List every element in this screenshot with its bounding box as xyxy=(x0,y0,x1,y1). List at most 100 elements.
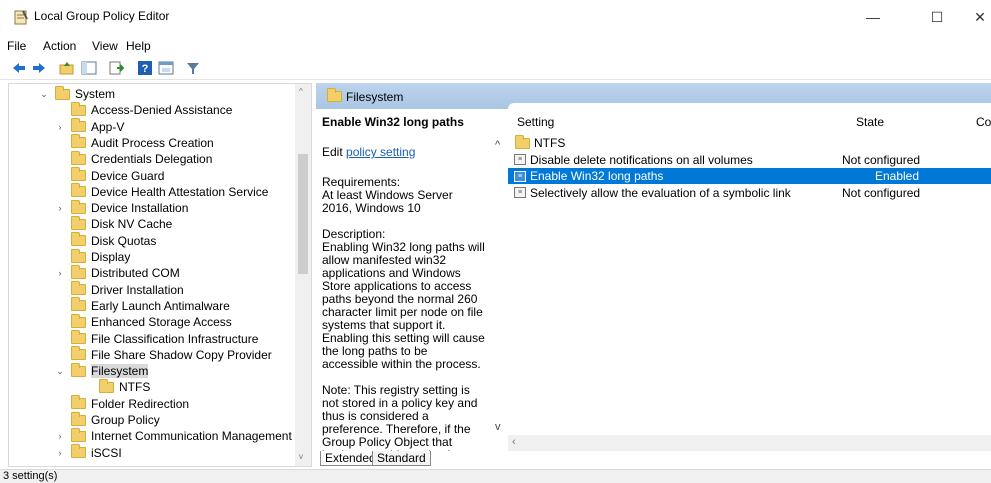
extended-description-panel: Enable Win32 long paths Edit policy sett… xyxy=(316,109,492,451)
column-header-setting[interactable]: Setting xyxy=(517,115,554,129)
chevron-right-icon[interactable]: › xyxy=(55,122,65,132)
tree-item[interactable]: Enhanced Storage Access xyxy=(71,313,232,330)
description-scrollbar[interactable]: ^ v xyxy=(492,109,508,451)
help-icon[interactable]: ? xyxy=(137,60,153,76)
scroll-down-icon[interactable]: v xyxy=(299,452,303,461)
edit-prefix: Edit xyxy=(322,145,347,159)
list-row[interactable]: ≡ Enable Win32 long paths Enabled xyxy=(508,168,991,184)
right-pane: Filesystem Enable Win32 long paths Edit … xyxy=(316,83,991,467)
show-hide-tree-icon[interactable] xyxy=(81,60,97,76)
folder-icon xyxy=(71,346,86,361)
toolbar: ? xyxy=(0,57,991,80)
tree-item-label: Distributed COM xyxy=(91,266,180,281)
tree-item[interactable]: Credentials Delegation xyxy=(71,150,212,167)
chevron-right-icon[interactable]: › xyxy=(55,203,65,213)
settings-list: Setting State Co NTFS ≡ Disable delete not… xyxy=(508,103,991,451)
tree-item-label: Audit Process Creation xyxy=(91,135,214,150)
folder-icon xyxy=(71,232,86,247)
tree-item[interactable]: Disk NV Cache xyxy=(71,215,173,232)
tree-item[interactable]: Group Policy xyxy=(71,411,160,428)
tree-item[interactable]: Access-Denied Assistance xyxy=(71,101,232,118)
requirements-text: At least Windows Server 2016, Windows 10 xyxy=(322,188,453,215)
tree-item[interactable]: ⌄ Filesystem xyxy=(56,362,149,379)
chevron-down-icon[interactable]: ⌄ xyxy=(55,366,65,377)
policy-title: Enable Win32 long paths xyxy=(322,115,464,129)
tree-item[interactable]: › Distributed COM xyxy=(59,264,180,281)
tree-item[interactable]: File Share Shadow Copy Provider xyxy=(71,346,272,363)
scroll-left-icon[interactable]: ‹ xyxy=(512,436,516,448)
folder-icon xyxy=(71,215,86,230)
folder-icon xyxy=(71,248,86,263)
status-bar: 3 setting(s) xyxy=(0,469,991,483)
minimize-button[interactable]: — xyxy=(850,0,896,34)
folder-icon xyxy=(71,395,86,410)
tree-item[interactable]: Display xyxy=(71,248,130,265)
folder-icon xyxy=(71,101,86,116)
scroll-up-icon[interactable]: ^ xyxy=(495,139,500,151)
scroll-down-icon[interactable]: v xyxy=(495,421,501,433)
title-bar: Local Group Policy Editor — ☐ ✕ xyxy=(0,0,991,34)
list-horizontal-scrollbar[interactable]: ‹ xyxy=(508,435,991,451)
tree-item[interactable]: › Device Installation xyxy=(59,199,188,216)
menu-view[interactable]: View xyxy=(92,39,118,53)
note-text: Note: This registry setting is not store… xyxy=(322,383,483,452)
menu-file[interactable]: File xyxy=(7,39,26,53)
tree-item-label: File Classification Infrastructure xyxy=(91,331,259,346)
menu-bar: File Action View Help xyxy=(0,36,991,56)
close-button[interactable]: ✕ xyxy=(957,0,991,34)
tree-item[interactable]: File Classification Infrastructure xyxy=(71,330,259,347)
edit-policy-setting-link[interactable]: policy setting xyxy=(346,145,415,159)
chevron-right-icon[interactable]: › xyxy=(55,448,65,458)
window-title: Local Group Policy Editor xyxy=(34,9,170,23)
tree-item[interactable]: Audit Process Creation xyxy=(71,134,214,151)
folder-icon xyxy=(71,427,86,442)
tree-item-label: Disk NV Cache xyxy=(91,217,173,232)
tree-item[interactable]: › App-V xyxy=(59,118,124,135)
tree-item[interactable]: NTFS xyxy=(99,378,150,395)
scroll-up-icon[interactable]: ^ xyxy=(299,87,303,96)
up-folder-icon[interactable] xyxy=(59,60,75,76)
tree-scrollbar[interactable]: ^ v xyxy=(295,84,311,466)
forward-arrow-icon[interactable] xyxy=(31,60,47,76)
tree-item[interactable]: Folder Redirection xyxy=(71,395,189,412)
folder-icon xyxy=(71,167,86,181)
setting-state: Enabled xyxy=(874,169,920,183)
chevron-right-icon[interactable]: › xyxy=(55,268,65,278)
properties-view-icon[interactable] xyxy=(158,60,174,76)
tree-item[interactable]: Early Launch Antimalware xyxy=(71,297,230,314)
tree-scrollbar-thumb[interactable] xyxy=(298,154,308,274)
tree-item[interactable]: Disk Quotas xyxy=(71,232,156,249)
tab-standard[interactable]: Standard xyxy=(372,451,431,466)
column-header-state[interactable]: State xyxy=(856,115,884,129)
tree-item[interactable]: › Internet Communication Management xyxy=(59,427,292,444)
menu-action[interactable]: Action xyxy=(43,39,76,53)
tree-item[interactable]: Device Guard xyxy=(71,167,165,184)
tree-item-label: Enhanced Storage Access xyxy=(91,315,232,330)
chevron-right-icon[interactable]: › xyxy=(55,431,65,441)
tree-item-label: iSCSI xyxy=(91,445,122,460)
tree-item-label: Device Guard xyxy=(91,168,165,183)
description-text: Enabling Win32 long paths will allow man… xyxy=(322,240,485,371)
tree-item[interactable]: › iSCSI xyxy=(59,444,122,461)
chevron-down-icon[interactable]: ⌄ xyxy=(39,89,49,100)
tree-item-label: Filesystem xyxy=(91,364,149,379)
folder-icon xyxy=(55,85,70,100)
tree-item[interactable]: Device Health Attestation Service xyxy=(71,183,268,200)
list-row[interactable]: ≡ Selectively allow the evaluation of a s… xyxy=(508,185,991,201)
list-row[interactable]: NTFS xyxy=(508,134,991,151)
tree-item-label: System xyxy=(75,87,116,101)
folder-icon xyxy=(71,199,86,214)
column-header-comment[interactable]: Co xyxy=(976,115,991,129)
export-list-icon[interactable] xyxy=(108,60,124,76)
back-arrow-icon[interactable] xyxy=(11,60,27,76)
list-row[interactable]: ≡ Disable delete notifications on all vol… xyxy=(508,152,991,168)
tree-item[interactable]: Driver Installation xyxy=(71,281,184,298)
setting-name: NTFS xyxy=(534,136,566,150)
menu-help[interactable]: Help xyxy=(126,39,151,53)
folder-icon xyxy=(71,313,86,328)
filter-icon[interactable] xyxy=(185,60,201,76)
maximize-button[interactable]: ☐ xyxy=(914,0,960,34)
view-tabs: Extended Standard xyxy=(316,451,991,467)
tree-item[interactable]: ⌄ System xyxy=(40,85,116,102)
folder-icon xyxy=(99,378,114,393)
